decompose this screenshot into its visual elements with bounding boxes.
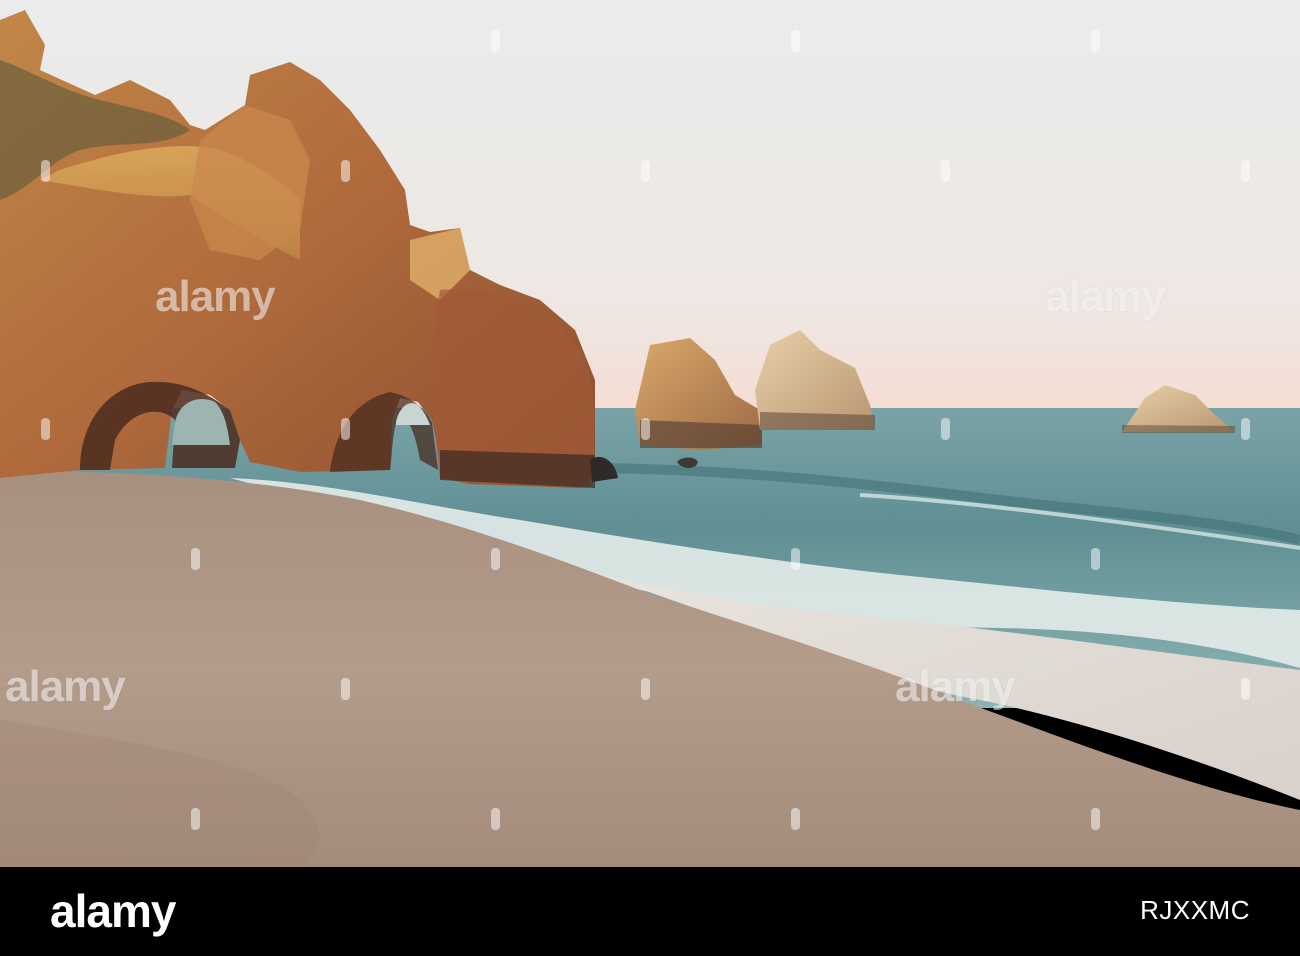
watermark-mark bbox=[641, 418, 650, 440]
watermark-mark bbox=[1091, 548, 1100, 570]
watermark-mark bbox=[341, 160, 350, 182]
watermark-mark bbox=[491, 30, 500, 52]
watermark-mark bbox=[191, 808, 200, 830]
beach-photo: alamy alamy alamy alamy bbox=[0, 0, 1300, 867]
watermark-mark bbox=[491, 548, 500, 570]
watermark-mark bbox=[1241, 160, 1250, 182]
footer-bar: alamy RJXXMC bbox=[0, 867, 1300, 956]
watermark-mark bbox=[1091, 808, 1100, 830]
watermark-mark bbox=[1241, 678, 1250, 700]
watermark-mark bbox=[941, 418, 950, 440]
watermark-mark bbox=[791, 548, 800, 570]
watermark-mark bbox=[1091, 30, 1100, 52]
watermark-mark bbox=[41, 160, 50, 182]
alamy-logo[interactable]: alamy bbox=[50, 881, 176, 941]
watermark-mark bbox=[791, 808, 800, 830]
logo-text: alamy bbox=[50, 885, 176, 937]
watermark-mark bbox=[491, 808, 500, 830]
watermark-mark bbox=[341, 678, 350, 700]
watermark-mark bbox=[1241, 418, 1250, 440]
watermark-mark bbox=[41, 418, 50, 440]
watermark-mark bbox=[191, 548, 200, 570]
stock-photo-page: alamy alamy alamy alamy alamy RJXXMC bbox=[0, 0, 1300, 956]
watermark-mark bbox=[791, 30, 800, 52]
image-id: RJXXMC bbox=[1140, 895, 1250, 925]
watermark-mark bbox=[641, 160, 650, 182]
watermark-mark bbox=[341, 418, 350, 440]
watermark-mark bbox=[641, 678, 650, 700]
watermark-mark bbox=[941, 160, 950, 182]
